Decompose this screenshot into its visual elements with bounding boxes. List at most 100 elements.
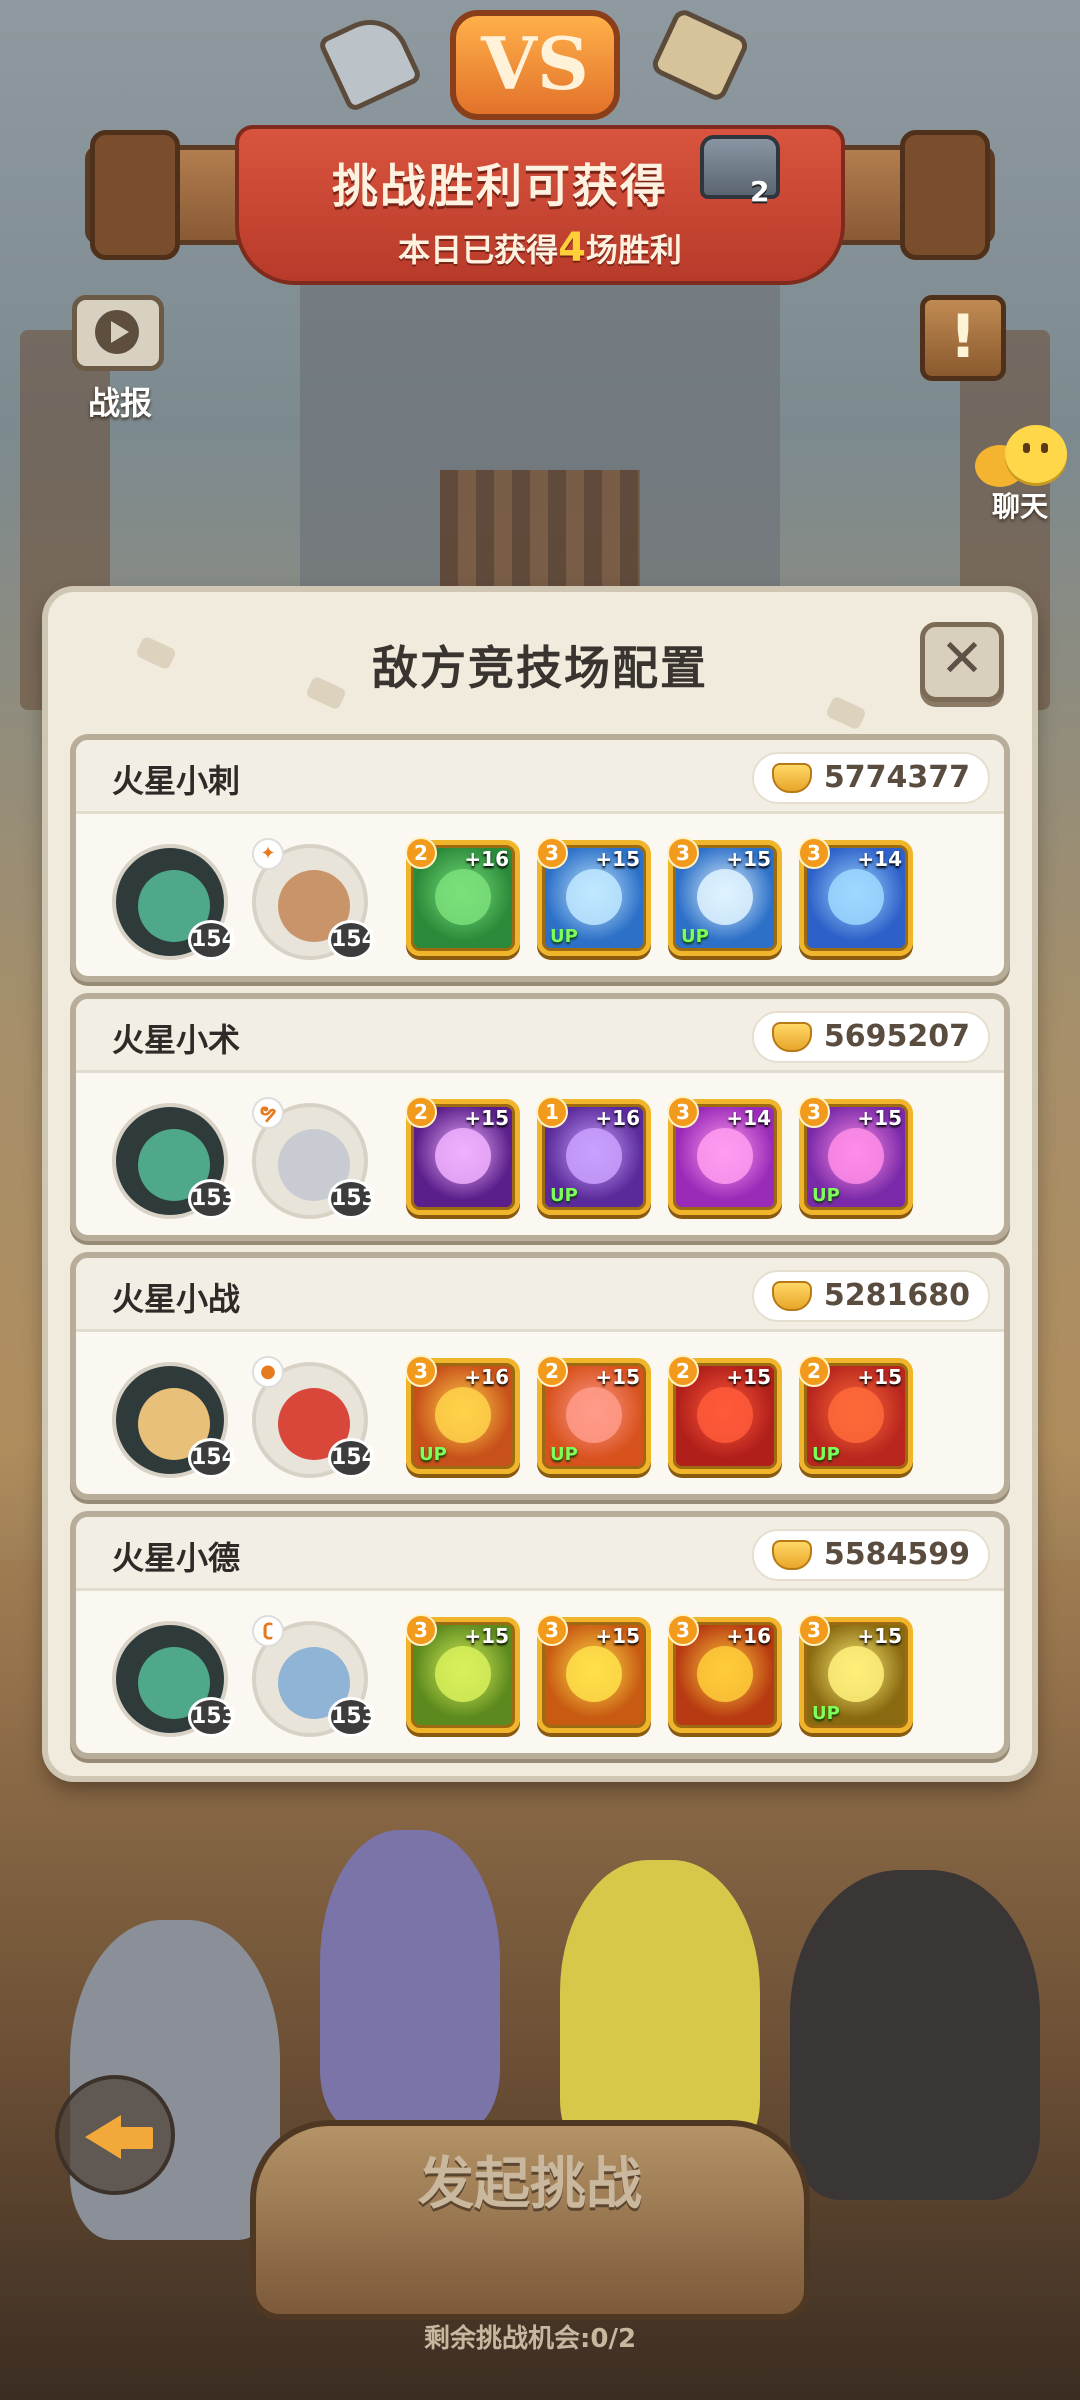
skill-icon[interactable]: 2 +15 bbox=[405, 1096, 520, 1215]
upgrade-indicator: UP bbox=[681, 926, 709, 947]
pet-level: 153 bbox=[188, 1697, 237, 1737]
opponent-card[interactable]: 火星小术 5695207 153 ຯ 153 2 +15 1 +16 UP 3 +14 3 +15 UP bbox=[70, 993, 1010, 1241]
opponent-card[interactable]: 火星小战 5281680 154 ● 154 3 +16 UP 2 +15 UP 2 +15 2 +15 UP bbox=[70, 1252, 1010, 1500]
hero-level: 153 bbox=[328, 1179, 377, 1219]
enemy-arena-config-dialog: 敌方竞技场配置 ✕ 火星小刺 5774377 154 ✦ 154 2 +16 3 +15 UP 3 +… bbox=[48, 592, 1032, 1776]
skill-grade: 2 bbox=[798, 1355, 830, 1387]
pet-level: 154 bbox=[188, 1438, 237, 1478]
skill-glyph bbox=[697, 1128, 753, 1184]
opponent-name: 火星小术 bbox=[112, 1021, 241, 1059]
combat-power: 5774377 bbox=[751, 752, 990, 804]
skill-icon[interactable]: 2 +15 UP bbox=[536, 1355, 651, 1474]
skill-glyph bbox=[828, 1646, 884, 1702]
skill-bonus: +15 bbox=[857, 1106, 902, 1130]
back-button[interactable] bbox=[55, 2075, 175, 2195]
skill-glyph bbox=[566, 1387, 622, 1443]
skill-glyph bbox=[566, 1646, 622, 1702]
hero-level: 154 bbox=[328, 1438, 377, 1478]
skill-icon[interactable]: 3 +15 UP bbox=[798, 1096, 913, 1215]
combat-power: 5584599 bbox=[751, 1529, 990, 1581]
axe-icon bbox=[316, 6, 424, 114]
close-button[interactable]: ✕ bbox=[920, 622, 1004, 702]
skill-icon[interactable]: 3 +14 bbox=[667, 1096, 782, 1215]
skill-icon[interactable]: 3 +15 UP bbox=[798, 1614, 913, 1733]
skill-grade: 2 bbox=[536, 1355, 568, 1387]
chest-count: 2 bbox=[750, 175, 770, 208]
upgrade-indicator: UP bbox=[550, 1444, 578, 1465]
upgrade-indicator: UP bbox=[550, 926, 578, 947]
skill-bonus: +14 bbox=[857, 847, 902, 871]
opponent-name: 火星小德 bbox=[112, 1539, 241, 1577]
battle-report-label: 战报 bbox=[87, 384, 152, 422]
wins-suffix: 场胜利 bbox=[585, 231, 682, 269]
skill-grade: 3 bbox=[405, 1355, 437, 1387]
skill-bonus: +15 bbox=[464, 1106, 509, 1130]
skill-bonus: +16 bbox=[595, 1106, 640, 1130]
skill-grade: 3 bbox=[798, 1614, 830, 1646]
opponent-card[interactable]: 火星小德 5584599 153 ʗ 153 3 +15 3 +15 3 +16 3 +15 UP bbox=[70, 1511, 1010, 1759]
skill-icon[interactable]: 3 +15 UP bbox=[536, 837, 651, 956]
notice-button[interactable]: ! bbox=[920, 295, 1006, 381]
skill-icon[interactable]: 3 +15 bbox=[405, 1614, 520, 1733]
skill-icon[interactable]: 3 +15 bbox=[536, 1614, 651, 1733]
combat-power-value: 5281680 bbox=[823, 1278, 970, 1313]
pet-level: 153 bbox=[188, 1179, 237, 1219]
skill-bonus: +15 bbox=[726, 1365, 771, 1389]
skill-grade: 3 bbox=[667, 1096, 699, 1128]
upgrade-indicator: UP bbox=[812, 1703, 840, 1724]
battle-report-button[interactable] bbox=[72, 295, 164, 371]
start-challenge-button[interactable]: 发起挑战 bbox=[330, 2140, 730, 2230]
skill-bonus: +15 bbox=[464, 1624, 509, 1648]
skill-grade: 3 bbox=[798, 837, 830, 869]
opponent-card-header: 火星小术 5695207 bbox=[76, 999, 1004, 1073]
element-icon: ຯ bbox=[252, 1097, 284, 1129]
skill-grade: 3 bbox=[667, 837, 699, 869]
skill-icon[interactable]: 2 +15 UP bbox=[798, 1355, 913, 1474]
opponent-card-header: 火星小刺 5774377 bbox=[76, 740, 1004, 814]
skill-icon[interactable]: 2 +15 bbox=[667, 1355, 782, 1474]
skill-icon[interactable]: 3 +15 UP bbox=[667, 837, 782, 956]
skill-bonus: +15 bbox=[857, 1624, 902, 1648]
skill-icon[interactable]: 1 +16 UP bbox=[536, 1096, 651, 1215]
hammer-icon bbox=[648, 6, 752, 104]
vs-emblem: VS bbox=[450, 10, 620, 120]
element-icon: ● bbox=[252, 1356, 284, 1388]
upgrade-indicator: UP bbox=[812, 1185, 840, 1206]
skill-grade: 3 bbox=[536, 837, 568, 869]
hero-figure bbox=[790, 1870, 1040, 2200]
banner-end-right bbox=[900, 130, 990, 260]
upgrade-indicator: UP bbox=[419, 1444, 447, 1465]
combat-power-value: 5584599 bbox=[823, 1537, 970, 1572]
skill-glyph bbox=[435, 1646, 491, 1702]
element-icon: ʗ bbox=[252, 1615, 284, 1647]
gold-ingot-icon bbox=[771, 1022, 812, 1052]
skill-grade: 3 bbox=[798, 1096, 830, 1128]
skill-bonus: +15 bbox=[857, 1365, 902, 1389]
skill-bonus: +15 bbox=[595, 1365, 640, 1389]
skill-grade: 3 bbox=[667, 1614, 699, 1646]
hero-figure bbox=[560, 1860, 760, 2160]
combat-power-value: 5774377 bbox=[823, 760, 970, 795]
skill-bonus: +15 bbox=[726, 847, 771, 871]
skill-grade: 2 bbox=[405, 837, 437, 869]
skill-icon[interactable]: 2 +16 bbox=[405, 837, 520, 956]
skill-icon[interactable]: 3 +16 bbox=[667, 1614, 782, 1733]
back-arrow-tail bbox=[117, 2127, 153, 2149]
skill-icon[interactable]: 3 +16 UP bbox=[405, 1355, 520, 1474]
skill-glyph bbox=[828, 1128, 884, 1184]
skill-glyph bbox=[566, 1128, 622, 1184]
skill-glyph bbox=[697, 1387, 753, 1443]
back-arrow-icon bbox=[85, 2115, 121, 2159]
opponent-name: 火星小战 bbox=[112, 1280, 241, 1318]
upgrade-indicator: UP bbox=[812, 1444, 840, 1465]
skill-grade: 1 bbox=[536, 1096, 568, 1128]
skill-icon[interactable]: 3 +14 bbox=[798, 837, 913, 956]
opponent-card-header: 火星小德 5584599 bbox=[76, 1517, 1004, 1591]
skill-grade: 2 bbox=[405, 1096, 437, 1128]
hero-figure bbox=[320, 1830, 500, 2130]
skill-bonus: +16 bbox=[726, 1624, 771, 1648]
upgrade-indicator: UP bbox=[550, 1185, 578, 1206]
hero-level: 154 bbox=[328, 920, 377, 960]
opponent-card[interactable]: 火星小刺 5774377 154 ✦ 154 2 +16 3 +15 UP 3 +15 UP 3 +14 bbox=[70, 734, 1010, 982]
remaining-chances: 剩余挑战机会:0/2 bbox=[423, 2324, 637, 2354]
